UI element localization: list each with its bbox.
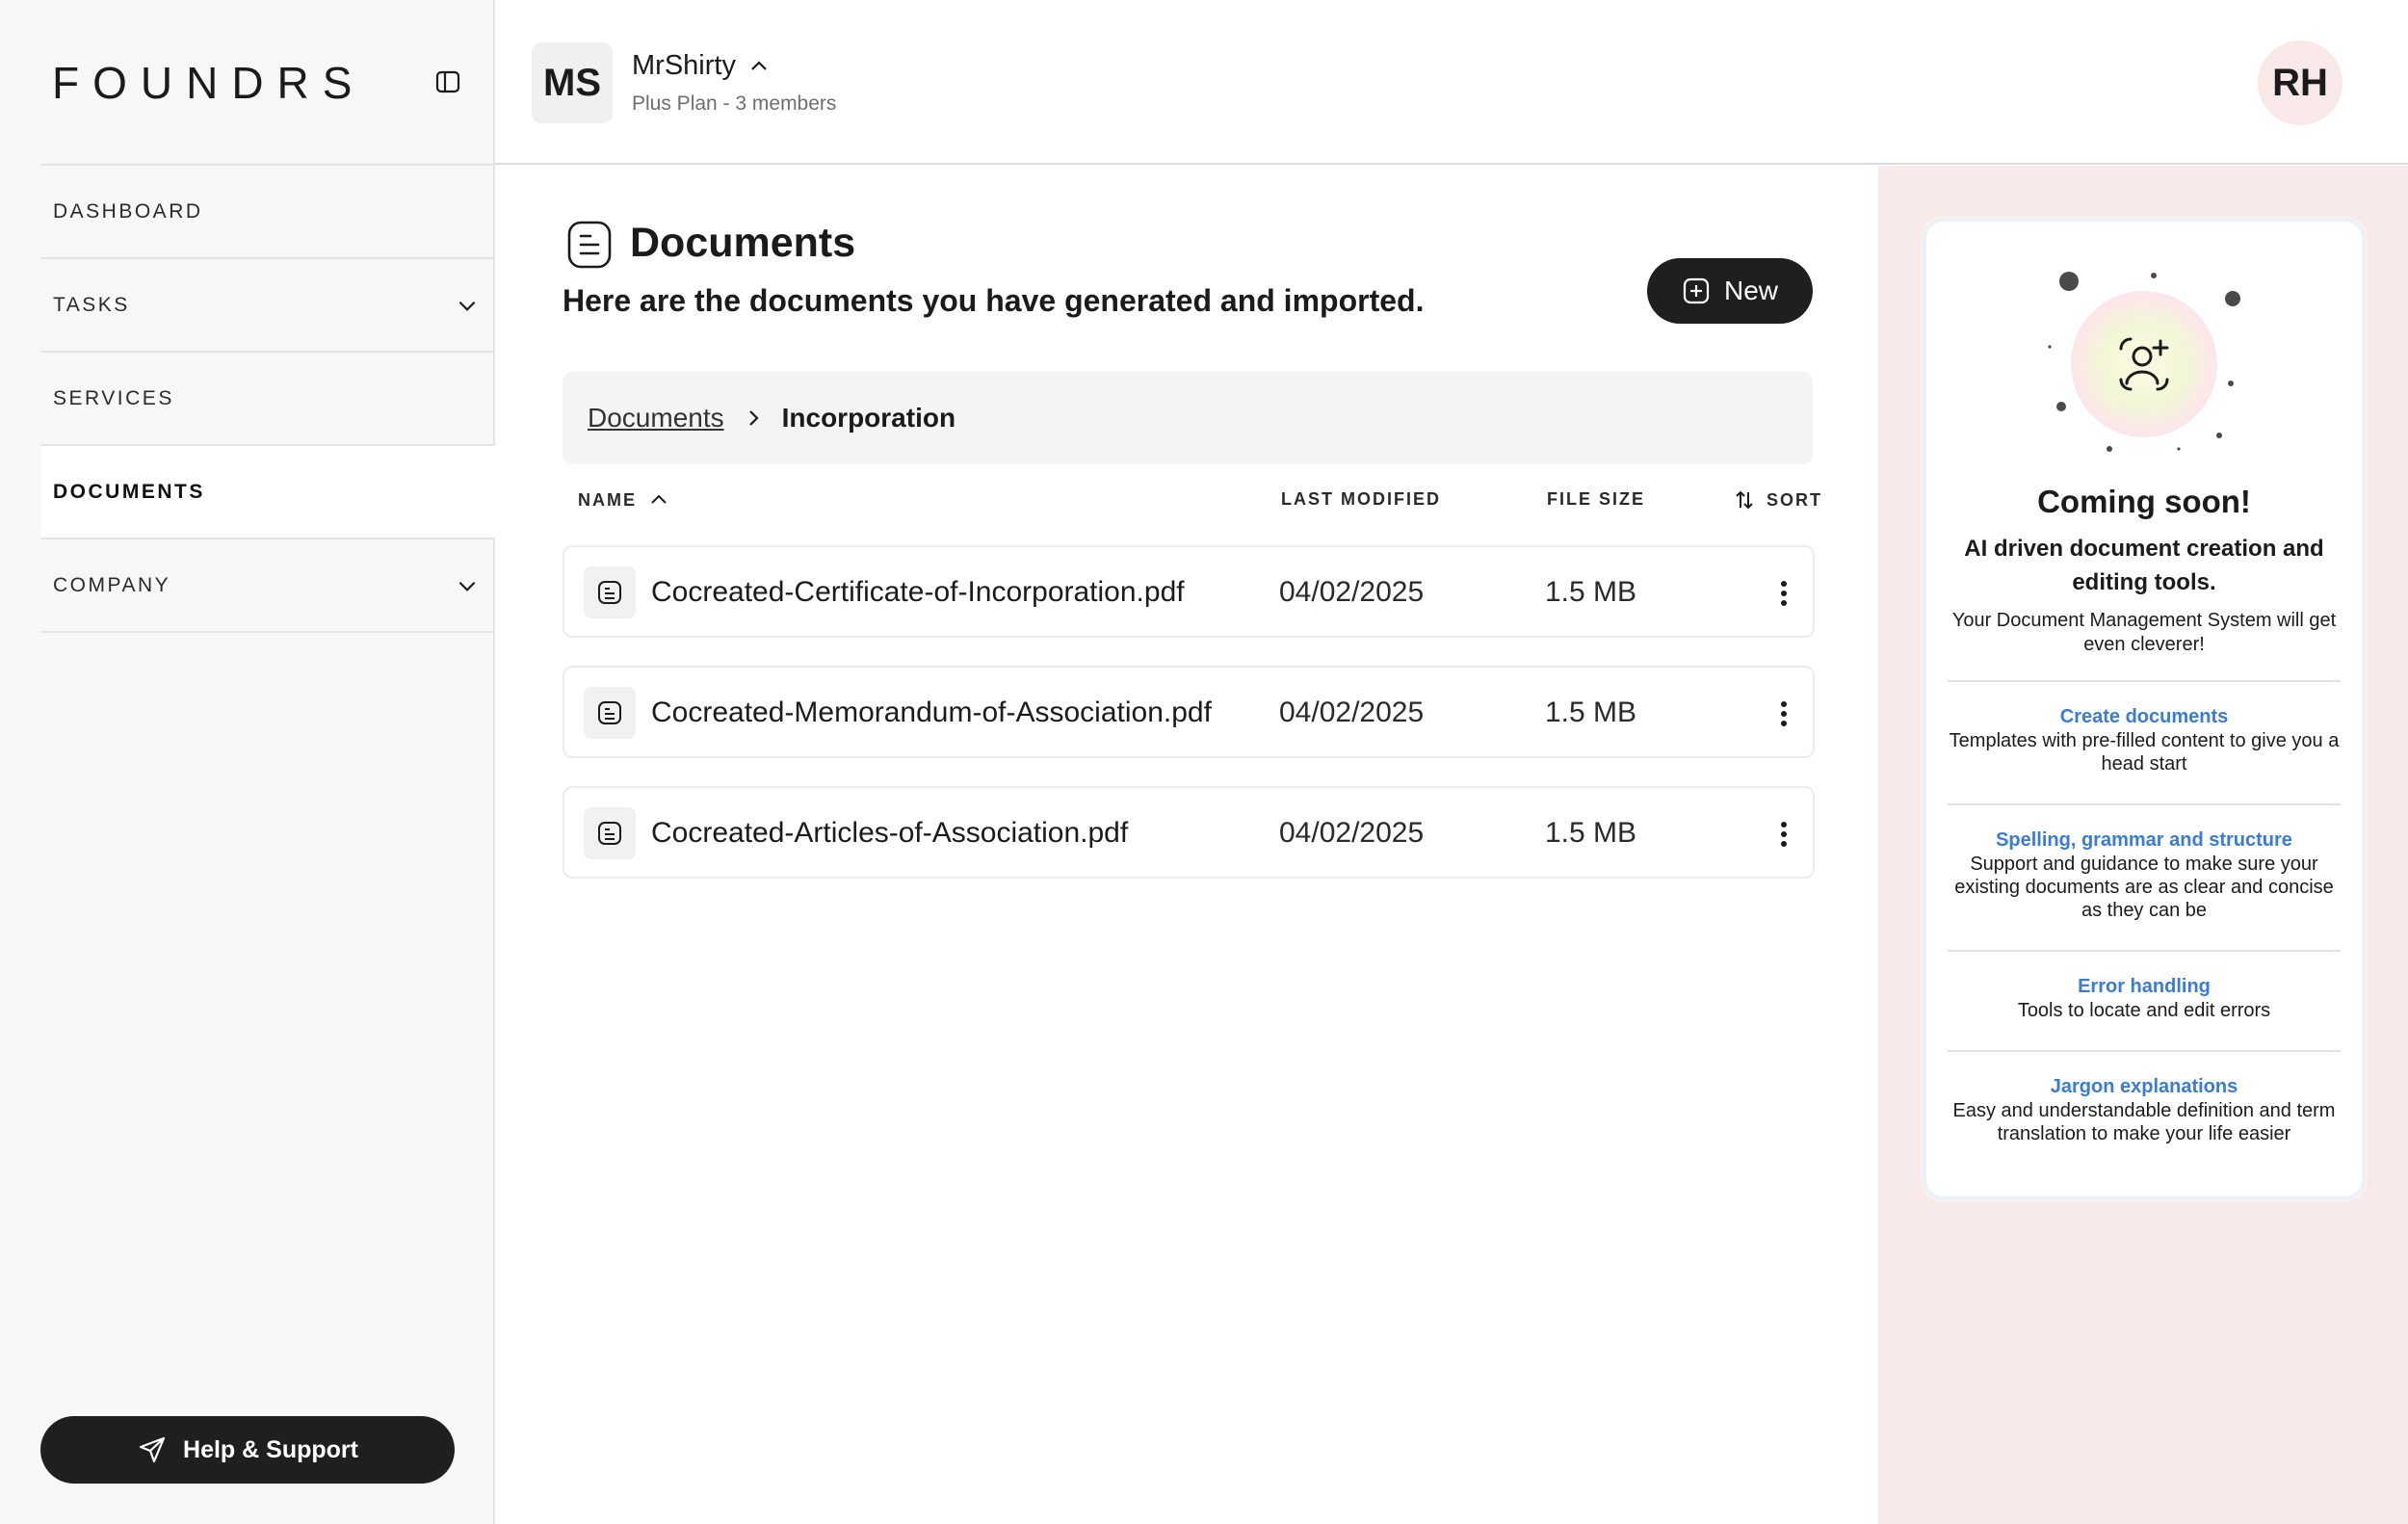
file-modified: 04/02/2025 <box>1279 817 1425 849</box>
breadcrumb-root-link[interactable]: Documents <box>588 403 724 434</box>
sort-arrows-icon <box>1736 490 1753 510</box>
documents-main: Documents Here are the documents you hav… <box>495 166 1878 1524</box>
file-modified: 04/02/2025 <box>1279 576 1425 608</box>
file-size: 1.5 MB <box>1545 696 1637 728</box>
feature-title[interactable]: Create documents <box>1948 705 2341 729</box>
chevron-up-icon <box>751 60 767 70</box>
coming-soon-description: Your Document Management System will get… <box>1951 610 2337 655</box>
file-size: 1.5 MB <box>1545 576 1637 608</box>
file-icon <box>584 807 636 859</box>
feature-item: Spelling, grammar and structure Support … <box>1948 803 2341 950</box>
feature-description: Easy and understandable definition and t… <box>1952 1100 2336 1144</box>
column-header-size: FILE SIZE <box>1547 489 1646 509</box>
file-name[interactable]: Cocreated-Articles-of-Association.pdf <box>651 817 1128 850</box>
sort-label: SORT <box>1767 489 1823 510</box>
column-header-modified: LAST MODIFIED <box>1281 489 1441 509</box>
file-size: 1.5 MB <box>1545 817 1637 849</box>
feature-description: Tools to locate and edit errors <box>2017 1000 2271 1021</box>
feature-description: Support and guidance to make sure your e… <box>1954 854 2334 921</box>
table-row[interactable]: Cocreated-Memorandum-of-Association.pdf … <box>563 666 1815 758</box>
page-subtitle: Here are the documents you have generate… <box>563 283 1425 318</box>
table-header: NAME LAST MODIFIED FILE SIZE SORT <box>563 489 1820 518</box>
more-options-icon[interactable] <box>1774 815 1793 854</box>
page-title: Documents <box>630 220 856 266</box>
org-name: MrShirty <box>632 50 736 81</box>
sidebar-item-services[interactable]: SERVICES <box>40 353 495 446</box>
sidebar-item-label: DOCUMENTS <box>53 480 205 503</box>
sidebar-item-tasks[interactable]: TASKS <box>40 259 495 353</box>
chevron-up-icon <box>651 494 667 504</box>
user-avatar[interactable]: RH <box>2258 40 2343 125</box>
column-header-name-label: NAME <box>578 489 637 510</box>
feature-description: Templates with pre-filled content to giv… <box>1949 730 2340 775</box>
org-switcher[interactable]: MrShirty <box>632 50 771 82</box>
help-support-button[interactable]: Help & Support <box>40 1416 455 1484</box>
coming-soon-title: Coming soon! <box>2037 484 2251 519</box>
table-row[interactable]: Cocreated-Articles-of-Association.pdf 04… <box>563 786 1815 879</box>
sidebar-item-dashboard[interactable]: DASHBOARD <box>40 166 495 259</box>
plus-square-icon <box>1683 277 1710 304</box>
sidebar-item-label: TASKS <box>53 293 130 316</box>
breadcrumb: Documents Incorporation <box>563 372 1813 464</box>
more-options-icon[interactable] <box>1774 695 1793 733</box>
ai-orb-illustration <box>1926 222 2369 472</box>
file-icon <box>584 687 636 739</box>
file-name[interactable]: Cocreated-Certificate-of-Incorporation.p… <box>651 576 1185 609</box>
file-modified: 04/02/2025 <box>1279 696 1425 728</box>
feature-item: Create documents Templates with pre-fill… <box>1948 680 2341 803</box>
coming-soon-card: Coming soon! AI driven document creation… <box>1923 218 2366 1200</box>
feature-item: Error handling Tools to locate and edit … <box>1948 950 2341 1050</box>
feature-title[interactable]: Jargon explanations <box>1948 1075 2341 1099</box>
org-plan: Plus Plan - 3 members <box>632 92 837 115</box>
file-icon <box>584 566 636 618</box>
help-support-label: Help & Support <box>183 1435 358 1463</box>
coming-soon-subtitle: AI driven document creation and editing … <box>1964 536 2324 595</box>
feature-item: Jargon explanations Easy and understanda… <box>1948 1050 2341 1175</box>
chevron-down-icon <box>458 581 476 591</box>
column-header-name[interactable]: NAME <box>578 489 669 511</box>
chevron-down-icon <box>458 301 476 311</box>
sidebar-nav: DASHBOARD TASKS SERVICES DOCUMENTS COMPA… <box>40 164 495 633</box>
sidebar-collapse-icon[interactable] <box>433 67 462 96</box>
more-options-icon[interactable] <box>1774 574 1793 613</box>
breadcrumb-current: Incorporation <box>781 403 956 433</box>
feature-title[interactable]: Error handling <box>1948 975 2341 999</box>
sidebar: FOUNDRS DASHBOARD TASKS SERVICES DOCUMEN… <box>0 0 495 1524</box>
feature-title[interactable]: Spelling, grammar and structure <box>1948 828 2341 853</box>
sidebar-item-label: DASHBOARD <box>53 199 203 223</box>
file-name[interactable]: Cocreated-Memorandum-of-Association.pdf <box>651 696 1212 729</box>
sidebar-item-label: SERVICES <box>53 386 174 409</box>
org-avatar: MS <box>532 42 613 123</box>
chevron-right-icon <box>748 410 759 426</box>
sidebar-item-documents[interactable]: DOCUMENTS <box>40 446 495 539</box>
new-button-label: New <box>1723 276 1778 305</box>
sidebar-item-company[interactable]: COMPANY <box>40 539 495 633</box>
send-icon <box>139 1436 166 1463</box>
sort-button[interactable]: SORT <box>1734 489 1822 511</box>
top-header: MS MrShirty Plus Plan - 3 members RH <box>495 0 2408 165</box>
sidebar-item-label: COMPANY <box>53 573 171 596</box>
brand-logo[interactable]: FOUNDRS <box>52 61 365 105</box>
document-icon <box>566 220 613 270</box>
new-document-button[interactable]: New <box>1647 258 1813 324</box>
table-row[interactable]: Cocreated-Certificate-of-Incorporation.p… <box>563 545 1815 638</box>
